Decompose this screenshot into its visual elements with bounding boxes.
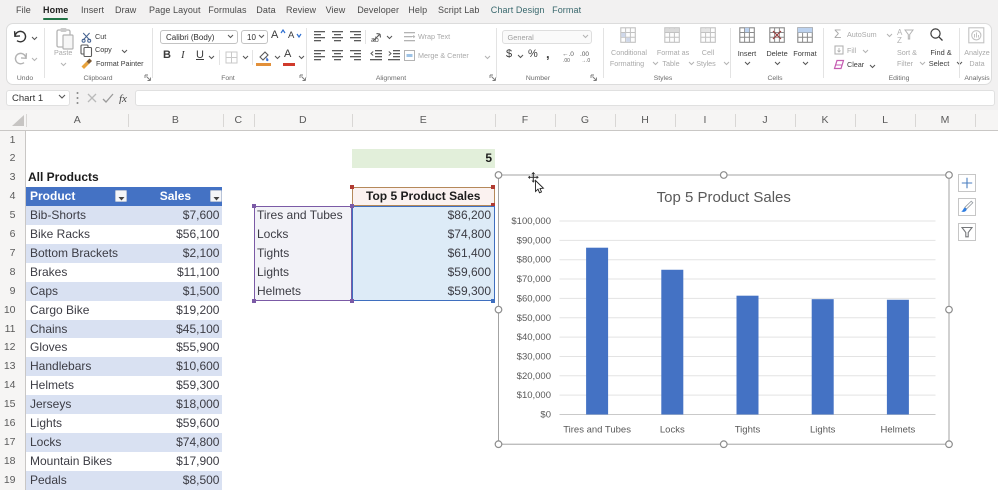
svg-text:←.0: ←.0	[562, 51, 574, 58]
svg-text:$100,000: $100,000	[511, 216, 551, 227]
svg-text:Helmets: Helmets	[880, 424, 915, 435]
svg-text:→.0: →.0	[581, 58, 590, 63]
svg-text:.00: .00	[563, 58, 570, 63]
svg-text:ab: ab	[371, 37, 379, 43]
svg-text:$90,000: $90,000	[517, 235, 551, 246]
svg-text:$30,000: $30,000	[517, 351, 551, 362]
svg-text:$60,000: $60,000	[517, 293, 551, 304]
svg-text:$10,000: $10,000	[517, 390, 551, 401]
svg-text:Lights: Lights	[810, 424, 836, 435]
svg-text:Tights: Tights	[735, 424, 761, 435]
svg-text:Tires and Tubes: Tires and Tubes	[563, 424, 631, 435]
svg-text:$50,000: $50,000	[517, 312, 551, 323]
svg-text:$20,000: $20,000	[517, 370, 551, 381]
svg-text:$0: $0	[540, 409, 551, 420]
svg-text:.00: .00	[580, 51, 589, 58]
svg-text:$80,000: $80,000	[517, 254, 551, 265]
svg-text:$40,000: $40,000	[517, 332, 551, 343]
svg-text:$70,000: $70,000	[517, 274, 551, 285]
svg-text:Locks: Locks	[660, 424, 685, 435]
svg-text:Top 5 Product Sales: Top 5 Product Sales	[657, 189, 791, 206]
svg-text:Z: Z	[897, 36, 902, 43]
svg-text:fx: fx	[119, 93, 127, 104]
